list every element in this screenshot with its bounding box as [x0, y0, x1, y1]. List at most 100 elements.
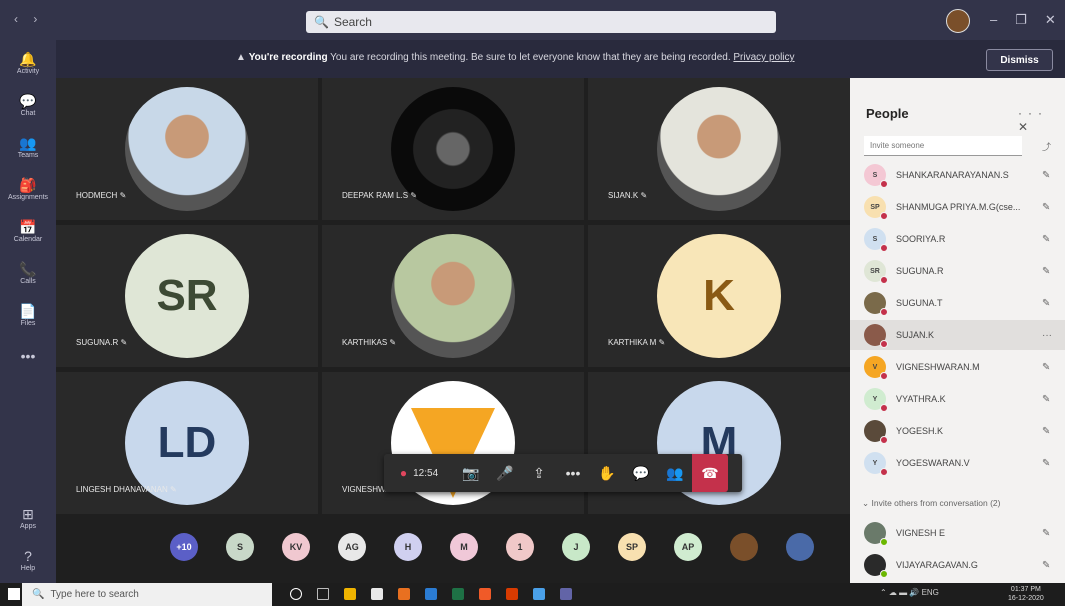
video-tile[interactable]: VIGNESHWARAN M ✎	[322, 372, 584, 514]
taskbar-app-icon[interactable]	[290, 588, 302, 600]
more-options-icon[interactable]: ···	[1042, 330, 1052, 341]
invite-input[interactable]: Invite someone	[864, 136, 1022, 156]
clock-time: 01:37 PM	[1010, 586, 1041, 593]
participant-row[interactable]: VIJAYARAGAVAN.G ✎	[850, 550, 1065, 580]
video-tile[interactable]: KARTHIKAS ✎	[322, 225, 584, 367]
participant-row[interactable]: S SOORIYA.R ✎	[850, 224, 1065, 254]
video-tile[interactable]: HODMECH ✎	[56, 78, 318, 220]
video-tile[interactable]: DEEPAK RAM L.S ✎	[322, 78, 584, 220]
video-tile[interactable]: SR SUGUNA.R ✎	[56, 225, 318, 367]
close-icon[interactable]: ✕	[1045, 12, 1056, 28]
more-actions-icon[interactable]: •••	[556, 454, 590, 492]
participants-icon[interactable]: 👥	[658, 454, 692, 492]
participant-name: SUJAN.K	[896, 330, 935, 340]
share-icon[interactable]: ⇪	[522, 454, 556, 492]
share-invite-icon[interactable]: ⤴	[1042, 140, 1051, 153]
taskbar-app-icon[interactable]	[317, 588, 329, 600]
participant-avatar: SR	[864, 260, 888, 284]
participant-name: SOORIYA.R	[896, 234, 946, 244]
camera-off-icon[interactable]: 📷	[454, 454, 488, 492]
presence-status-icon	[880, 212, 888, 220]
overflow-avatar[interactable]: AG	[338, 533, 366, 561]
rail-item-label: Files	[20, 319, 36, 327]
participant-row[interactable]: SUGUNA.T ✎	[850, 288, 1065, 318]
taskbar-app-icon[interactable]	[479, 588, 491, 600]
participant-row[interactable]: Y VYATHRA.K ✎	[850, 384, 1065, 414]
overflow-avatar[interactable]: 1	[506, 533, 534, 561]
overflow-avatar[interactable]: J	[562, 533, 590, 561]
video-tile[interactable]: K KARTHIKA M ✎	[588, 225, 850, 367]
participant-row[interactable]: SR SUGUNA.R ✎	[850, 256, 1065, 286]
participant-row[interactable]: VIGNESH E ✎	[850, 518, 1065, 548]
overflow-avatar[interactable]: S	[226, 533, 254, 561]
mic-muted-icon: ✎	[1042, 361, 1051, 373]
mic-muted-icon: ✎	[1042, 265, 1051, 277]
rail-item-chat[interactable]: 💬 Chat	[0, 86, 56, 124]
mic-off-icon[interactable]: 🎤	[488, 454, 522, 492]
raise-hand-icon[interactable]: ✋	[590, 454, 624, 492]
overflow-avatar[interactable]: H	[394, 533, 422, 561]
rail-item-activity[interactable]: 🔔 Activity	[0, 44, 56, 82]
hang-up-button[interactable]: ☎	[692, 454, 728, 492]
more-options-icon[interactable]: ···	[1018, 106, 1048, 120]
avatar-initials: Y	[872, 395, 878, 403]
rail-item-more[interactable]: •••	[0, 338, 56, 376]
participant-row[interactable]: V VIGNESHWARAN.M ✎	[850, 352, 1065, 382]
maximize-icon[interactable]: ❐	[1015, 12, 1027, 28]
rail-item-calls[interactable]: 📞 Calls	[0, 254, 56, 292]
taskbar-app-icon[interactable]	[371, 588, 383, 600]
chat-icon[interactable]: 💬	[624, 454, 658, 492]
invite-others-text: Invite others from conversation (2)	[871, 498, 1001, 508]
minimize-icon[interactable]: –	[990, 12, 997, 28]
invite-others-label[interactable]: ⌄ Invite others from conversation (2)	[862, 498, 1000, 509]
overflow-avatar[interactable]	[730, 533, 758, 561]
taskbar-app-icon[interactable]	[506, 588, 518, 600]
video-tile[interactable]: SIJAN.K ✎	[588, 78, 850, 220]
rail-item-calendar[interactable]: 📅 Calendar	[0, 212, 56, 250]
rail-item-assignments[interactable]: 🎒 Assignments	[0, 170, 56, 208]
tray-icons: ⌃ ☁ ▬ 🔊	[880, 588, 922, 597]
video-tile[interactable]: LD LINGESH DHANAVANAN ✎	[56, 372, 318, 514]
user-avatar[interactable]	[946, 9, 970, 33]
close-panel-icon[interactable]: ✕	[1018, 120, 1034, 134]
overflow-count[interactable]: +10	[170, 533, 198, 561]
participant-row[interactable]: Y YOGESWARAN.V ✎	[850, 448, 1065, 478]
taskbar-app-icon[interactable]	[425, 588, 437, 600]
privacy-policy-link[interactable]: Privacy policy	[733, 52, 794, 63]
history-nav[interactable]: ‹ ›	[14, 12, 43, 26]
mic-muted-icon: ✎	[387, 338, 397, 347]
overflow-avatar[interactable]	[786, 533, 814, 561]
taskbar-app-icon[interactable]	[452, 588, 464, 600]
search-input[interactable]: 🔍 Search	[306, 11, 776, 33]
participant-name: VYATHRA.K	[896, 394, 946, 404]
language-indicator: ENG	[921, 588, 939, 597]
rail-item-help[interactable]: ? Help	[0, 541, 56, 579]
overflow-avatar[interactable]: AP	[674, 533, 702, 561]
rail-item-apps[interactable]: ⊞ Apps	[0, 499, 56, 537]
taskbar-app-icon[interactable]	[560, 588, 572, 600]
overflow-avatar[interactable]: SP	[618, 533, 646, 561]
overflow-avatar[interactable]: KV	[282, 533, 310, 561]
participant-row[interactable]: S SHANKARANARAYANAN.S ✎	[850, 160, 1065, 190]
rail-item-teams[interactable]: 👥 Teams	[0, 128, 56, 166]
rail-item-files[interactable]: 📄 Files	[0, 296, 56, 334]
participant-avatar: SR	[125, 234, 249, 358]
participant-avatar	[864, 554, 888, 578]
participant-row[interactable]: YOGESH.K ✎	[850, 416, 1065, 446]
participant-name: HODMECH	[76, 191, 118, 200]
dismiss-button[interactable]: Dismiss	[986, 49, 1053, 71]
taskbar-app-icon[interactable]	[533, 588, 545, 600]
participant-row[interactable]: SP SHANMUGA PRIYA.M.G(cse... ✎	[850, 192, 1065, 222]
taskbar-app-icon[interactable]	[344, 588, 356, 600]
title-bar: ‹ › 🔍 Search – ❐ ✕	[0, 0, 1065, 40]
taskbar-search[interactable]: 🔍 Type here to search	[22, 583, 272, 606]
timer-text: 12:54	[413, 467, 439, 479]
people-panel: People ··· ✕ Invite someone ⤴ S SHANKARAN…	[850, 78, 1065, 583]
video-tile[interactable]: MMADHUMITHA ✎	[588, 372, 850, 514]
taskbar-app-icon[interactable]	[398, 588, 410, 600]
overflow-avatar[interactable]: M	[450, 533, 478, 561]
participant-name: KARTHIKAS	[342, 338, 388, 347]
participant-row[interactable]: SUJAN.K ···	[850, 320, 1065, 350]
participant-name-label: SUGUNA.R ✎	[76, 338, 127, 347]
windows-start-icon[interactable]	[8, 588, 20, 600]
